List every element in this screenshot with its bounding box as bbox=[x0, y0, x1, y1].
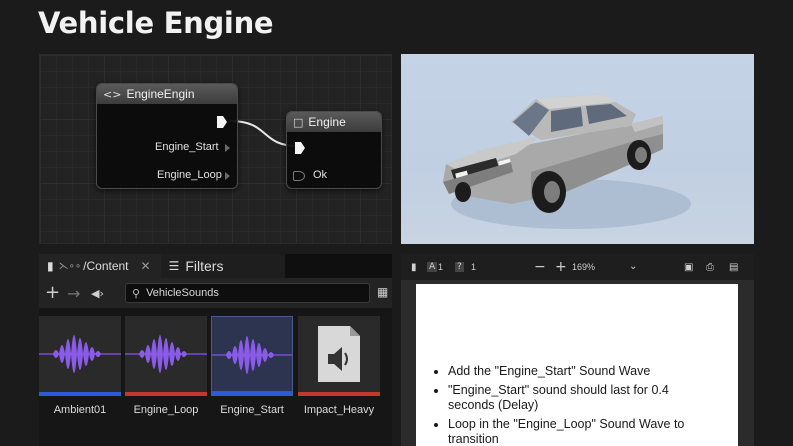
function-icon: □ bbox=[293, 115, 304, 129]
sound-wave-icon bbox=[125, 335, 207, 373]
search-icon: ⚲ bbox=[132, 286, 141, 300]
asset-label: Impact_Heavy bbox=[303, 404, 375, 416]
list-item: Add the "Engine_Start" Sound Wave bbox=[448, 364, 718, 379]
engine-getter-node[interactable]: <> EngineEngin Engine_Start Engine_Loop bbox=[96, 83, 238, 189]
asset-tile-engine-start[interactable] bbox=[211, 316, 293, 396]
asset-type-bar bbox=[39, 392, 121, 396]
node-title: Engine bbox=[308, 115, 346, 129]
bookmark-icon[interactable]: ▤ bbox=[729, 262, 738, 273]
exec-out-pin[interactable] bbox=[217, 116, 227, 128]
asset-type-bar bbox=[212, 391, 292, 395]
zoom-in-icon[interactable]: + bbox=[555, 259, 567, 275]
search-value: VehicleSounds bbox=[146, 287, 219, 299]
settings-icon[interactable]: ▦ bbox=[377, 285, 388, 299]
add-icon[interactable]: + bbox=[45, 282, 60, 303]
filter-icon: ☰ bbox=[168, 259, 180, 273]
code-brackets-icon: <> bbox=[103, 87, 122, 101]
doc-toolbar: ▮ A 1 ? 1 − + 169% ⌄ ▣ ⎙ ▤ bbox=[401, 254, 754, 280]
car-model-image bbox=[443, 94, 691, 229]
sidebar-toggle-icon[interactable]: ▮ bbox=[411, 262, 417, 273]
tab-filters[interactable]: ☰ Filters bbox=[160, 254, 285, 278]
3d-viewport[interactable] bbox=[401, 54, 754, 244]
chevron-down-icon[interactable]: ⌄ bbox=[629, 261, 637, 272]
zoom-out-icon[interactable]: − bbox=[534, 259, 546, 275]
content-browser[interactable]: ▮ ⋋∘∘ /Content ✕ ☰ Filters + → ◀› ⚲ Vehi… bbox=[39, 254, 392, 446]
node-title: EngineEngin bbox=[126, 87, 195, 101]
path-separator-icon: ⋋∘∘ bbox=[58, 260, 82, 272]
sound-wave-icon bbox=[212, 336, 292, 374]
sound-wave-icon bbox=[39, 335, 121, 373]
close-icon[interactable]: ✕ bbox=[141, 259, 151, 273]
asset-type-bar bbox=[125, 392, 207, 396]
asset-label: Engine_Start bbox=[220, 404, 284, 416]
page-current: 1 bbox=[438, 262, 444, 272]
page-title: Vehicle Engine bbox=[38, 6, 274, 40]
page-total: 1 bbox=[471, 262, 477, 272]
print-icon[interactable]: ⎙ bbox=[706, 262, 714, 273]
tab-content[interactable]: ▮ ⋋∘∘ /Content ✕ bbox=[39, 254, 161, 278]
tab-filters-label: Filters bbox=[185, 258, 224, 274]
page-icon[interactable]: A bbox=[427, 262, 438, 272]
folder-icon: ▮ bbox=[47, 259, 54, 273]
asset-label: Ambient01 bbox=[53, 404, 107, 416]
ok-pin-icon[interactable] bbox=[293, 171, 305, 181]
pin-arrow-icon[interactable] bbox=[225, 144, 230, 152]
document-page: Add the "Engine_Start" Sound Wave "Engin… bbox=[416, 284, 738, 446]
asset-label: Engine_Loop bbox=[133, 404, 199, 416]
pin-arrow-icon[interactable] bbox=[225, 172, 230, 180]
bullet-list: Add the "Engine_Start" Sound Wave "Engin… bbox=[448, 364, 718, 446]
goto-page-icon[interactable]: ? bbox=[455, 262, 464, 272]
list-item: Loop in the "Engine_Loop" Sound Wave to … bbox=[448, 417, 718, 446]
save-icon[interactable]: ▣ bbox=[684, 262, 693, 273]
pin-label-engine-start: Engine_Start bbox=[155, 141, 219, 153]
exec-in-pin[interactable] bbox=[295, 142, 305, 154]
content-toolbar: + → ◀› ⚲ VehicleSounds ▦ bbox=[39, 278, 392, 308]
asset-tile-ambient01[interactable] bbox=[39, 316, 121, 396]
zoom-level[interactable]: 169% bbox=[572, 262, 595, 272]
asset-type-bar bbox=[298, 392, 380, 396]
blueprint-graph[interactable]: <> EngineEngin Engine_Start Engine_Loop … bbox=[39, 54, 392, 244]
asset-tile-engine-loop[interactable] bbox=[125, 316, 207, 396]
engine-node[interactable]: □ Engine Ok bbox=[286, 111, 382, 189]
asset-tile-impact-heavy[interactable] bbox=[298, 316, 380, 396]
sound-file-icon bbox=[318, 326, 360, 382]
pin-label-engine-loop: Engine_Loop bbox=[157, 169, 222, 181]
list-item: "Engine_Start" sound should last for 0.4… bbox=[448, 383, 718, 413]
forward-arrow-icon[interactable]: → bbox=[67, 284, 80, 303]
pin-label-ok: Ok bbox=[313, 169, 328, 181]
document-viewer[interactable]: ▮ A 1 ? 1 − + 169% ⌄ ▣ ⎙ ▤ Add the "Engi… bbox=[401, 254, 754, 446]
history-back-icon[interactable]: ◀› bbox=[91, 287, 104, 300]
search-input[interactable]: ⚲ VehicleSounds bbox=[125, 283, 370, 303]
tab-content-label: /Content bbox=[83, 259, 129, 273]
